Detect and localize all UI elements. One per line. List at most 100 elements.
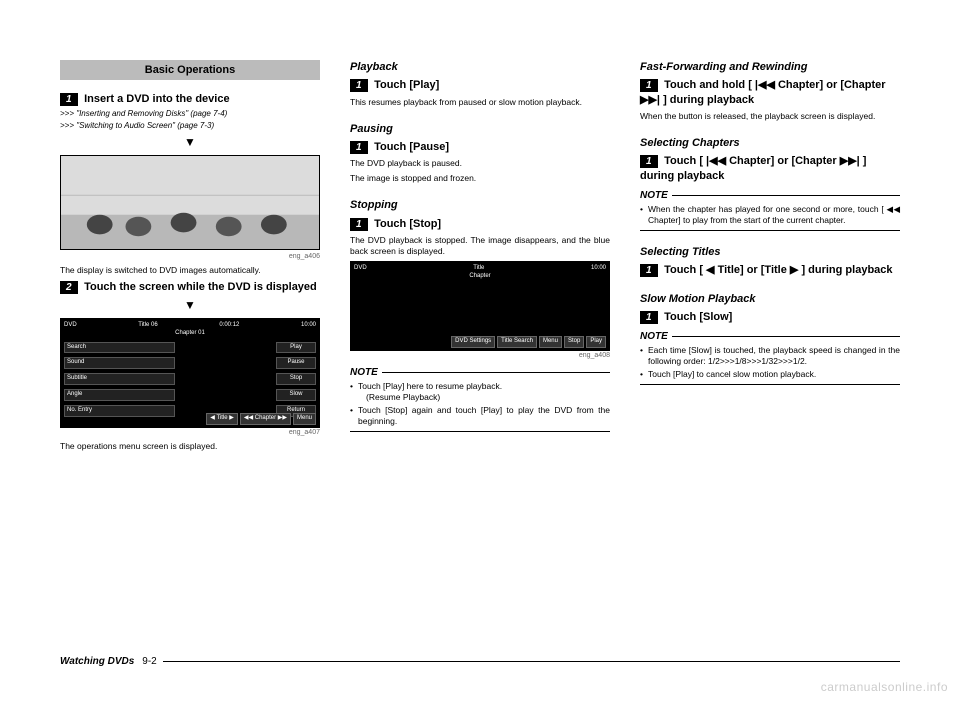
t: Title] or [Title bbox=[718, 264, 787, 276]
figure-dvd-image bbox=[60, 155, 320, 250]
skip-rev-icon: |◀◀ bbox=[755, 79, 775, 91]
step-pause: 1 Touch [Pause] bbox=[350, 140, 610, 154]
t: Touch [ bbox=[664, 155, 703, 167]
fig3-clock: 10:00 bbox=[591, 265, 606, 273]
step-chapters: 1 Touch [ |◀◀ Chapter] or [Chapter ▶▶| ]… bbox=[640, 154, 900, 183]
fig2-btn: Subtitle bbox=[64, 373, 175, 385]
note-label: NOTE bbox=[640, 330, 900, 343]
body-text: The image is stopped and frozen. bbox=[350, 173, 610, 184]
note-item: Touch [Play] to cancel slow motion playb… bbox=[640, 369, 900, 380]
left-icon: ◀ bbox=[706, 264, 714, 276]
fig2-btn: Play bbox=[276, 342, 316, 354]
subheading-stopping: Stopping bbox=[350, 198, 610, 212]
step-number-badge: 1 bbox=[640, 155, 658, 168]
skip-fwd-icon: ▶▶| bbox=[840, 155, 860, 167]
reference-link: >>> "Switching to Audio Screen" (page 7-… bbox=[60, 121, 320, 131]
fig2-time: 0:00:12 bbox=[219, 322, 239, 330]
note-list: When the chapter has played for one seco… bbox=[640, 204, 900, 226]
placeholder-image bbox=[61, 156, 319, 249]
fig2-dvd-label: DVD bbox=[64, 322, 77, 330]
note-label-text: NOTE bbox=[640, 330, 668, 343]
step-number-badge: 1 bbox=[350, 79, 368, 92]
step-play: 1 Touch [Play] bbox=[350, 78, 610, 92]
fig3-btn: Title Search bbox=[497, 336, 537, 348]
note-end-rule bbox=[640, 230, 900, 231]
note-subtext: (Resume Playback) bbox=[358, 392, 610, 403]
t: ] during playback bbox=[663, 94, 754, 106]
fig3-btn: Play bbox=[586, 336, 606, 348]
step-2: 2 Touch the screen while the DVD is disp… bbox=[60, 280, 320, 294]
step-title: Touch the screen while the DVD is displa… bbox=[84, 281, 317, 293]
step-title: Touch [Play] bbox=[374, 79, 439, 91]
body-text: The DVD playback is stopped. The image d… bbox=[350, 235, 610, 257]
fig2-clock: 10:00 bbox=[301, 322, 316, 330]
fig3-btn: Menu bbox=[539, 336, 562, 348]
down-arrow-icon: ▼ bbox=[60, 135, 320, 151]
note-end-rule bbox=[640, 384, 900, 385]
figure-operations-menu: DVD Title 06 0:00:12 10:00 Chapter 01 Se… bbox=[60, 318, 320, 428]
subheading-ff: Fast-Forwarding and Rewinding bbox=[640, 60, 900, 74]
body-text: The display is switched to DVD images au… bbox=[60, 265, 320, 276]
note-list: Each time [Slow] is touched, the playbac… bbox=[640, 345, 900, 380]
step-title: Insert a DVD into the device bbox=[84, 93, 229, 105]
step-ff: 1 Touch and hold [ |◀◀ Chapter] or [Chap… bbox=[640, 78, 900, 107]
step-title: Touch [ ◀ Title] or [Title ▶ ] during pl… bbox=[664, 264, 892, 276]
note-item: Touch [Play] here to resume playback. (R… bbox=[350, 381, 610, 403]
note-label-text: NOTE bbox=[640, 189, 668, 202]
fig2-bottom-btn: ◀ Title ▶ bbox=[206, 413, 238, 425]
step-number-badge: 1 bbox=[640, 264, 658, 277]
fig2-btn: Search bbox=[64, 342, 175, 354]
note-list: Touch [Play] here to resume playback. (R… bbox=[350, 381, 610, 427]
step-title: Touch [Stop] bbox=[374, 218, 441, 230]
step-number-badge: 1 bbox=[640, 311, 658, 324]
note-label: NOTE bbox=[640, 189, 900, 202]
footer-page-number: 9-2 bbox=[142, 655, 156, 668]
down-arrow-icon: ▼ bbox=[60, 298, 320, 314]
subheading-titles: Selecting Titles bbox=[640, 245, 900, 259]
step-title: Touch and hold [ |◀◀ Chapter] or [Chapte… bbox=[640, 79, 886, 105]
t: Touch [ bbox=[664, 264, 703, 276]
t: Chapter] or [Chapter bbox=[778, 79, 886, 91]
subheading-pausing: Pausing bbox=[350, 122, 610, 136]
footer-section: Watching DVDs bbox=[60, 655, 134, 668]
step-title: Touch [ |◀◀ Chapter] or [Chapter ▶▶| ] d… bbox=[640, 155, 866, 181]
figure-caption: eng_a406 bbox=[60, 252, 320, 261]
t: ] during playback bbox=[801, 264, 892, 276]
section-header: Basic Operations bbox=[60, 60, 320, 80]
figure-caption: eng_a408 bbox=[350, 351, 610, 360]
fig2-btn: Pause bbox=[276, 357, 316, 369]
fig2-btn: Slow bbox=[276, 389, 316, 401]
fig3-dvd-label: DVD bbox=[354, 265, 367, 273]
note-end-rule bbox=[350, 431, 610, 432]
figure-stop-screen: DVD Title 10:00 Chapter DVD Settings Tit… bbox=[350, 261, 610, 351]
step-number-badge: 2 bbox=[60, 281, 78, 294]
page-footer: Watching DVDs 9-2 bbox=[60, 655, 900, 668]
step-titles: 1 Touch [ ◀ Title] or [Title ▶ ] during … bbox=[640, 263, 900, 277]
fig2-bottom-btn: Menu bbox=[293, 413, 316, 425]
column-3: Fast-Forwarding and Rewinding 1 Touch an… bbox=[640, 60, 900, 678]
note-text: Touch [Play] here to resume playback. bbox=[358, 381, 502, 391]
column-1: Basic Operations 1 Insert a DVD into the… bbox=[60, 60, 320, 678]
skip-rev-icon: |◀◀ bbox=[706, 155, 726, 167]
body-text: The DVD playback is paused. bbox=[350, 158, 610, 169]
step-number-badge: 1 bbox=[60, 93, 78, 106]
step-title: Touch [Pause] bbox=[374, 141, 449, 153]
note-label-text: NOTE bbox=[350, 366, 378, 379]
step-slow: 1 Touch [Slow] bbox=[640, 310, 900, 324]
body-text: The operations menu screen is displayed. bbox=[60, 441, 320, 452]
body-text: When the button is released, the playbac… bbox=[640, 111, 900, 122]
figure-caption: eng_a407 bbox=[60, 428, 320, 437]
subheading-playback: Playback bbox=[350, 60, 610, 74]
column-2: Playback 1 Touch [Play] This resumes pla… bbox=[350, 60, 610, 678]
t: Touch and hold [ bbox=[664, 79, 752, 91]
fig2-btn: Angle bbox=[64, 389, 175, 401]
note-item: When the chapter has played for one seco… bbox=[640, 204, 900, 226]
subheading-slow: Slow Motion Playback bbox=[640, 292, 900, 306]
t: Chapter] or [Chapter bbox=[729, 155, 837, 167]
footer-rule bbox=[163, 661, 900, 662]
fig2-chapter: Chapter 01 bbox=[64, 330, 316, 338]
note-item: Touch [Stop] again and touch [Play] to p… bbox=[350, 405, 610, 427]
step-title: Touch [Slow] bbox=[664, 311, 732, 323]
fig2-btn: Sound bbox=[64, 357, 175, 369]
page-content: Basic Operations 1 Insert a DVD into the… bbox=[0, 0, 960, 708]
